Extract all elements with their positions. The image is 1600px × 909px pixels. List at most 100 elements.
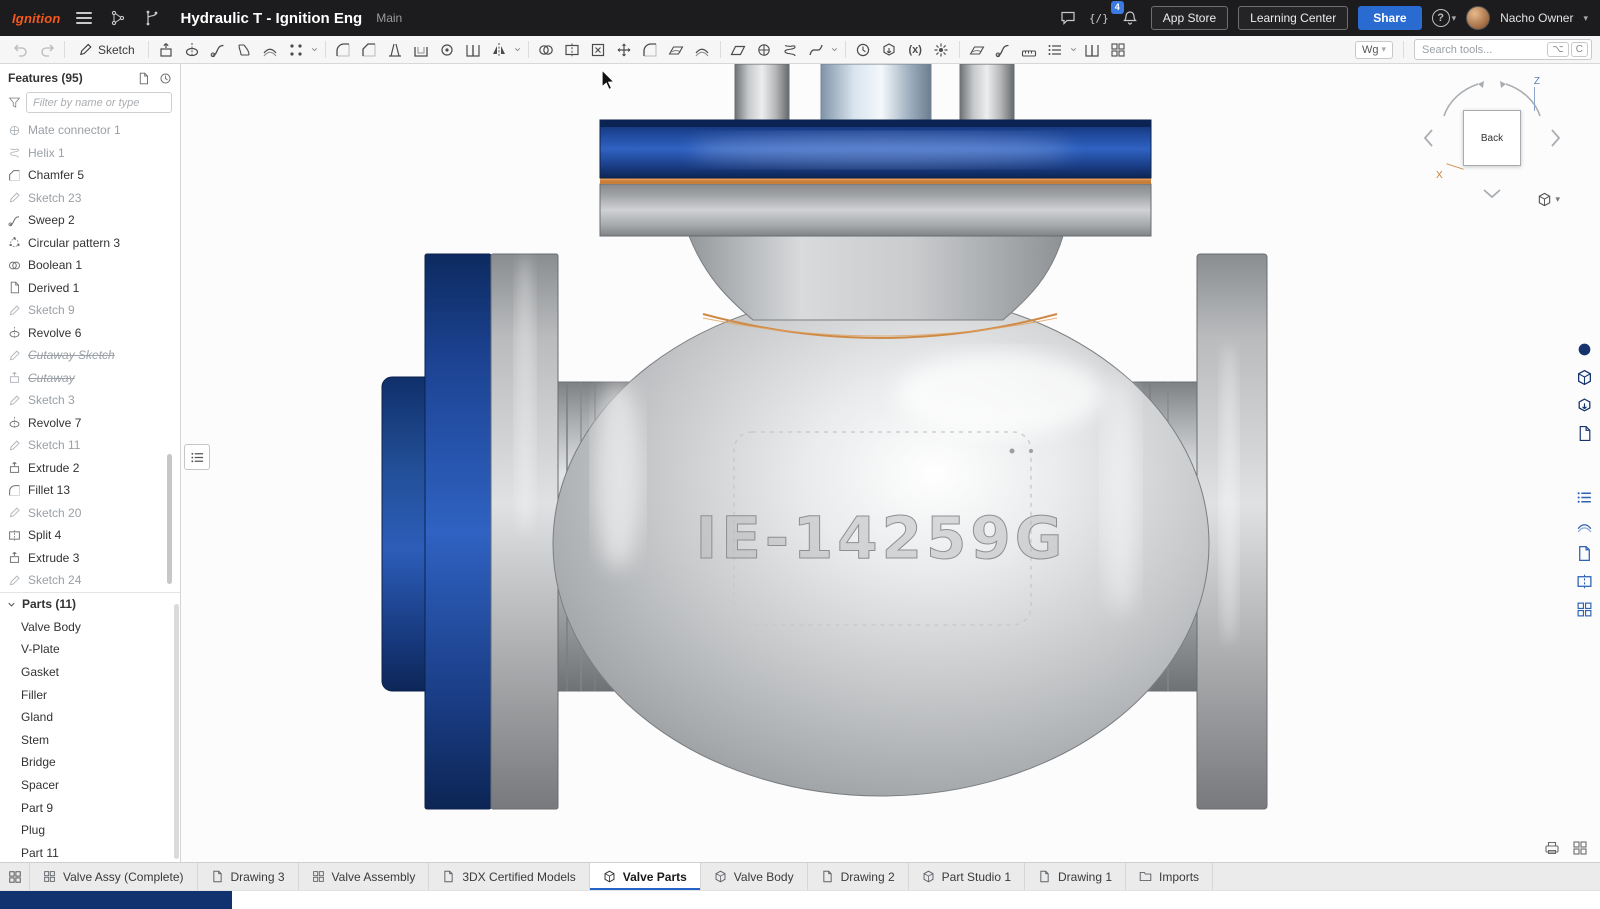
bom-icon[interactable] (1043, 38, 1068, 61)
pattern-dropdown-chevron-icon[interactable] (310, 38, 320, 61)
bom-dropdown-chevron-icon[interactable] (1069, 38, 1079, 61)
part-item[interactable]: Spacer (0, 774, 180, 797)
feature-item[interactable]: Chamfer 5 (0, 164, 180, 187)
split-icon[interactable] (560, 38, 585, 61)
fillet-icon[interactable] (331, 38, 356, 61)
tab-drawing-3[interactable]: Drawing 3 (198, 863, 299, 890)
tab-valve-body[interactable]: Valve Body (701, 863, 808, 890)
print-icon[interactable] (1544, 840, 1560, 856)
notifications-bell-icon[interactable]: 4 (1119, 7, 1141, 29)
sweep-icon[interactable] (206, 38, 231, 61)
features-scrollbar[interactable] (167, 454, 172, 584)
feature-item[interactable]: Derived 1 (0, 277, 180, 300)
feature-item[interactable]: Sketch 3 (0, 389, 180, 412)
revolve-icon[interactable] (180, 38, 205, 61)
tab-imports[interactable]: Imports (1126, 863, 1213, 890)
checks-panel-icon[interactable] (1571, 596, 1597, 622)
version-tree-icon[interactable] (107, 7, 129, 29)
learning-center-button[interactable]: Learning Center (1238, 6, 1348, 30)
thicken-icon[interactable] (258, 38, 283, 61)
part-item[interactable]: Valve Body (0, 616, 180, 639)
branch-icon[interactable] (141, 7, 163, 29)
feature-item[interactable]: Sketch 23 (0, 187, 180, 210)
workspace-name[interactable]: Main (376, 11, 402, 25)
curve-dropdown-chevron-icon[interactable] (830, 38, 840, 61)
appearance-icon[interactable] (1106, 38, 1131, 61)
tab-drawing-2[interactable]: Drawing 2 (808, 863, 909, 890)
shell-icon[interactable] (409, 38, 434, 61)
parts-scrollbar[interactable] (174, 604, 179, 859)
part-item[interactable]: Plug (0, 819, 180, 842)
workspace-tools-button[interactable]: Wg▾ (1355, 41, 1393, 59)
variable-icon[interactable]: (x) (903, 38, 928, 61)
helix-icon[interactable] (778, 38, 803, 61)
material-sphere-icon[interactable] (1571, 336, 1597, 362)
feature-item[interactable]: Extrude 2 (0, 457, 180, 480)
display-states-cube-icon[interactable] (1571, 420, 1597, 446)
feature-item[interactable]: Fillet 13 (0, 479, 180, 502)
feature-list-panel-icon[interactable] (1571, 484, 1597, 510)
code-icon[interactable]: {/} (1089, 12, 1109, 25)
tab-manager-button[interactable] (0, 863, 30, 890)
hamburger-menu-icon[interactable] (73, 7, 95, 29)
featurescript-icon[interactable] (929, 38, 954, 61)
feature-item[interactable]: Sketch 24 (0, 569, 180, 592)
appearance-cube-icon[interactable] (1571, 364, 1597, 390)
feature-item[interactable]: Revolve 7 (0, 412, 180, 435)
help-menu[interactable]: ? ▾ (1432, 9, 1457, 27)
chamfer-icon[interactable] (357, 38, 382, 61)
app-store-button[interactable]: App Store (1151, 6, 1228, 30)
named-views-cube-icon[interactable] (1571, 392, 1597, 418)
feature-item[interactable]: Sketch 20 (0, 502, 180, 525)
modify-fillet-icon[interactable] (638, 38, 663, 61)
tab-3dx-certified-models[interactable]: 3DX Certified Models (429, 863, 589, 890)
custom-tables-panel-icon[interactable] (1571, 540, 1597, 566)
spline-icon[interactable] (804, 38, 829, 61)
history-icon[interactable] (851, 38, 876, 61)
mirror-icon[interactable] (487, 38, 512, 61)
delete-part-icon[interactable] (586, 38, 611, 61)
feature-item[interactable]: Cutaway (0, 367, 180, 390)
view-options-menu[interactable]: ▾ (1537, 192, 1560, 207)
part-item[interactable]: Part 9 (0, 796, 180, 819)
replace-face-icon[interactable] (690, 38, 715, 61)
tab-valve-parts[interactable]: Valve Parts (590, 863, 701, 890)
tab-valve-assembly[interactable]: Valve Assembly (299, 863, 430, 890)
wrap-icon[interactable] (991, 38, 1016, 61)
rib-icon[interactable] (461, 38, 486, 61)
viewport-3d[interactable]: IE-14259G Z Back X ▾ (181, 64, 1600, 862)
feature-item[interactable]: Circular pattern 3 (0, 232, 180, 255)
viewport-grid-icon[interactable] (1572, 840, 1588, 856)
import-icon[interactable] (877, 38, 902, 61)
feature-item[interactable]: Cutaway Sketch (0, 344, 180, 367)
part-item[interactable]: Gland (0, 706, 180, 729)
section-view-icon[interactable] (1080, 38, 1105, 61)
tab-valve-assy-complete[interactable]: Valve Assy (Complete) (30, 863, 198, 890)
loft-icon[interactable] (232, 38, 257, 61)
plane-icon[interactable] (726, 38, 751, 61)
part-item[interactable]: Gasket (0, 661, 180, 684)
user-menu-caret-icon[interactable]: ▾ (1583, 13, 1588, 24)
tab-part-studio-1[interactable]: Part Studio 1 (909, 863, 1025, 890)
part-item[interactable]: Stem (0, 728, 180, 751)
transform-icon[interactable] (612, 38, 637, 61)
mate-connector-icon[interactable] (752, 38, 777, 61)
sketch-button[interactable]: Sketch (70, 38, 143, 61)
feature-item[interactable]: Split 4 (0, 524, 180, 547)
share-button[interactable]: Share (1358, 6, 1421, 30)
undo-icon[interactable] (8, 38, 33, 61)
comment-icon[interactable] (1057, 7, 1079, 29)
bom-panel-icon[interactable] (1571, 568, 1597, 594)
feature-filter-input[interactable] (26, 92, 172, 113)
extrude-icon[interactable] (154, 38, 179, 61)
move-face-icon[interactable] (664, 38, 689, 61)
part-item[interactable]: Part 11 (0, 841, 180, 862)
draft-icon[interactable] (383, 38, 408, 61)
move-to-document-icon[interactable] (134, 69, 152, 87)
feature-list-toggle[interactable] (184, 444, 210, 470)
view-cube-face-back[interactable]: Back (1463, 110, 1521, 166)
hole-icon[interactable] (435, 38, 460, 61)
part-item[interactable]: Bridge (0, 751, 180, 774)
user-avatar[interactable] (1466, 6, 1490, 30)
feature-item[interactable]: Boolean 1 (0, 254, 180, 277)
